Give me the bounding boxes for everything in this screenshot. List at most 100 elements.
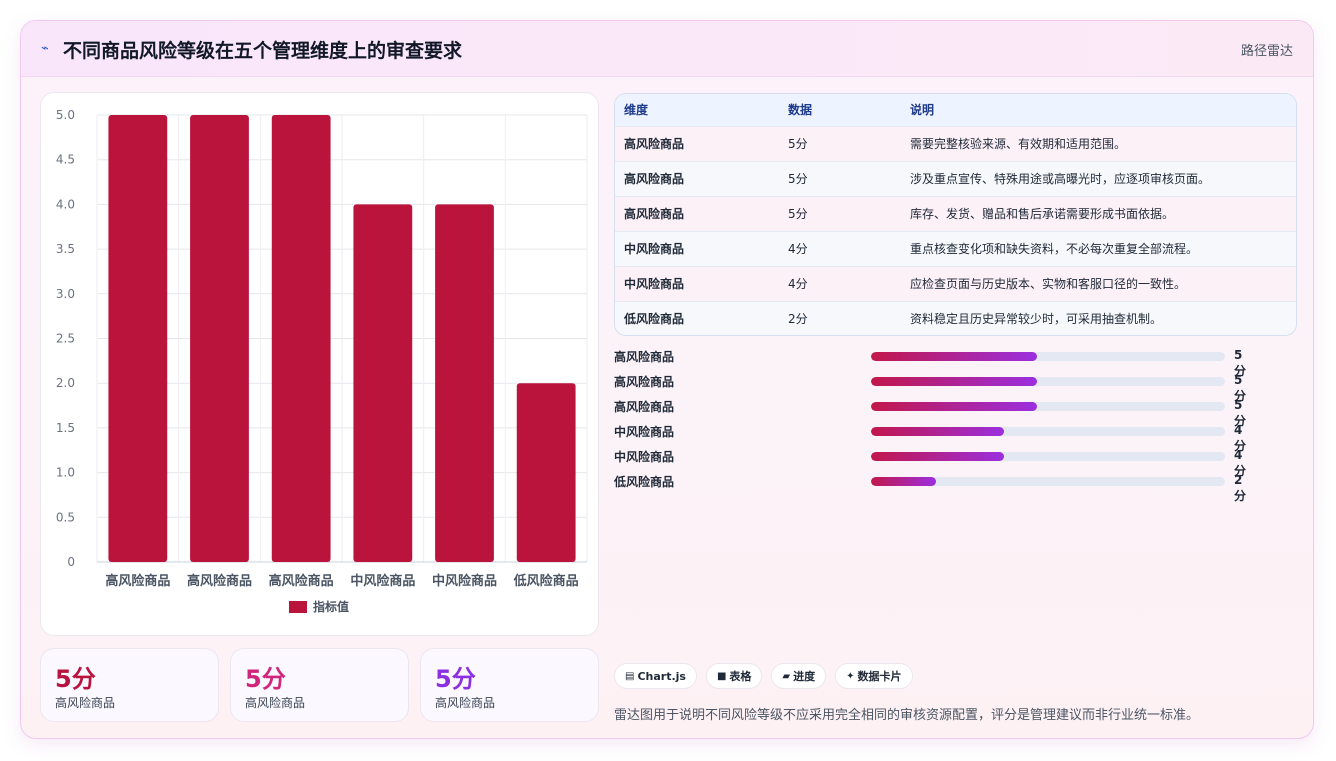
y-tick-label: 1.0 (56, 466, 75, 480)
progress-label: 高风险商品 (614, 375, 675, 389)
table-cell: 需要完整核验来源、有效期和适用范围。 (910, 137, 1127, 151)
table-cell: 5分 (788, 207, 808, 221)
progress-track (871, 352, 1225, 361)
tag-chips: ▤ Chart.js ■ 表格 ▰ 进度 ✦ 数据卡片 (614, 663, 913, 689)
progress-fill (871, 402, 1038, 411)
y-tick-label: 2.0 (56, 376, 75, 390)
table-row: 高风险商品 5分 涉及重点宣传、特殊用途或高曝光时，应逐项审核页面。 (615, 161, 1296, 196)
progress-list: 高风险商品 5分 高风险商品 5分 高风险商品 5分 中风险商品 4分 中风险商… (614, 343, 1254, 503)
legend-swatch (289, 601, 307, 613)
progress-row: 高风险商品 5分 (614, 368, 1254, 403)
chip-progress[interactable]: ▰ 进度 (771, 663, 827, 689)
progress-track (871, 377, 1225, 386)
header-right-label: 路径雷达 (1240, 44, 1293, 59)
page-title: 不同商品风险等级在五个管理维度上的审查要求 (63, 40, 463, 62)
progress-label: 低风险商品 (614, 475, 675, 489)
column-header: 数据 (788, 103, 813, 118)
chip-label: 数据卡片 (857, 670, 902, 683)
progress-row: 低风险商品 2分 (614, 468, 1254, 503)
table-cell: 4分 (788, 242, 808, 256)
progress-track (871, 477, 1225, 486)
y-tick-label: 3.0 (56, 287, 75, 301)
x-tick-label: 中风险商品 (432, 573, 497, 589)
table-row: 中风险商品 4分 重点核查变化项和缺失资料，不必每次重复全部流程。 (615, 231, 1296, 266)
legend-label: 指标值 (313, 599, 349, 614)
chip-label: Chart.js (637, 669, 686, 683)
progress-row: 中风险商品 4分 (614, 418, 1254, 453)
table-cell: 高风险商品 (624, 207, 685, 221)
progress-label: 中风险商品 (614, 450, 675, 464)
progress-fill (871, 452, 1004, 461)
progress-fill (871, 427, 1004, 436)
stat-card-1: 5分 高风险商品 (40, 648, 219, 722)
main-card: ⌁ 不同商品风险等级在五个管理维度上的审查要求 路径雷达 0 0.5 1.0 1.5 2… (20, 20, 1314, 739)
table-cell: 中风险商品 (624, 242, 685, 256)
table-cell: 2分 (788, 312, 808, 327)
progress-value: 2分 (1234, 473, 1247, 503)
table-cell: 5分 (788, 172, 808, 186)
progress-label: 中风险商品 (614, 425, 675, 439)
stat-value: 5分 (435, 665, 476, 693)
y-tick-label: 4.0 (56, 197, 75, 211)
table-cell: 低风险商品 (624, 312, 685, 327)
table-row: 低风险商品 2分 资料稳定且历史异常较少时，可采用抽查机制。 (615, 301, 1296, 335)
bar (516, 383, 576, 562)
progress-row: 高风险商品 5分 (614, 393, 1254, 428)
data-table: 维度 数据 说明 高风险商品 5分 需要完整核验来源、有效期和适用范围。 高风险… (614, 93, 1297, 336)
table-cell: 重点核查变化项和缺失资料，不必每次重复全部流程。 (910, 242, 1199, 256)
x-tick-label: 高风险商品 (269, 573, 334, 589)
table-row: 高风险商品 5分 需要完整核验来源、有效期和适用范围。 (615, 126, 1296, 161)
table-row: 高风险商品 5分 库存、发货、赠品和售后承诺需要形成书面依据。 (615, 196, 1296, 231)
table-row: 中风险商品 4分 应检查页面与历史版本、实物和客服口径的一致性。 (615, 266, 1296, 301)
y-tick-label: 4.5 (56, 153, 75, 167)
stat-label: 高风险商品 (55, 696, 116, 710)
card-header: ⌁ 不同商品风险等级在五个管理维度上的审查要求 路径雷达 (21, 21, 1313, 77)
bar (271, 115, 331, 562)
bar-chart: 0 0.5 1.0 1.5 2.0 2.5 3.0 3.5 4.0 4.5 5.0 高风险商品 高风险商… (56, 108, 588, 614)
bar (435, 204, 494, 562)
table-cell: 库存、发货、赠品和售后承诺需要形成书面依据。 (910, 207, 1175, 221)
y-tick-label: 0.5 (56, 510, 75, 524)
bar (353, 204, 413, 562)
chip-data-card[interactable]: ✦ 数据卡片 (835, 663, 913, 689)
progress-track (871, 427, 1225, 436)
progress-row: 高风险商品 5分 (614, 343, 1254, 378)
column-header: 维度 (624, 103, 649, 118)
x-tick-label: 中风险商品 (350, 573, 415, 589)
stat-card-2: 5分 高风险商品 (230, 648, 409, 722)
y-tick-label: 5.0 (56, 108, 75, 122)
stat-label: 高风险商品 (435, 696, 496, 710)
stat-label: 高风险商品 (245, 696, 306, 710)
x-tick-label: 低风险商品 (513, 573, 579, 589)
x-tick-label: 高风险商品 (187, 573, 252, 589)
line-chart-icon: ⌁ (41, 41, 49, 56)
table-cell: 中风险商品 (624, 277, 685, 291)
bar (108, 115, 168, 562)
table-cell: 高风险商品 (624, 137, 685, 151)
y-tick-label: 0 (67, 555, 75, 569)
x-tick-label: 高风险商品 (105, 573, 170, 589)
chip-label: 表格 (729, 670, 752, 683)
column-header: 说明 (910, 103, 935, 118)
chip-chartjs[interactable]: ▤ Chart.js (614, 663, 697, 689)
stat-value: 5分 (55, 665, 96, 693)
stat-value: 5分 (245, 665, 286, 693)
bar-chart-panel: 0 0.5 1.0 1.5 2.0 2.5 3.0 3.5 4.0 4.5 5.0 高风险商品 高风险商… (40, 92, 599, 636)
y-tick-label: 1.5 (56, 421, 75, 435)
progress-fill (871, 352, 1038, 361)
table-cell: 5分 (788, 137, 808, 151)
progress-label: 高风险商品 (614, 400, 675, 414)
progress-icon: ▰ (782, 670, 791, 682)
progress-track (871, 452, 1225, 461)
bar (190, 115, 249, 562)
table-header-row: 维度 数据 说明 (615, 94, 1296, 126)
chip-table[interactable]: ■ 表格 (705, 663, 763, 689)
table-icon: ■ (716, 670, 727, 682)
table-cell: 4分 (788, 277, 808, 291)
table-cell: 高风险商品 (624, 172, 685, 186)
sparkle-icon: ✦ (846, 670, 855, 682)
progress-fill (871, 477, 937, 486)
table-cell: 应检查页面与历史版本、实物和客服口径的一致性。 (910, 277, 1187, 291)
chart-icon: ▤ (625, 670, 635, 682)
stat-card-3: 5分 高风险商品 (420, 648, 599, 722)
